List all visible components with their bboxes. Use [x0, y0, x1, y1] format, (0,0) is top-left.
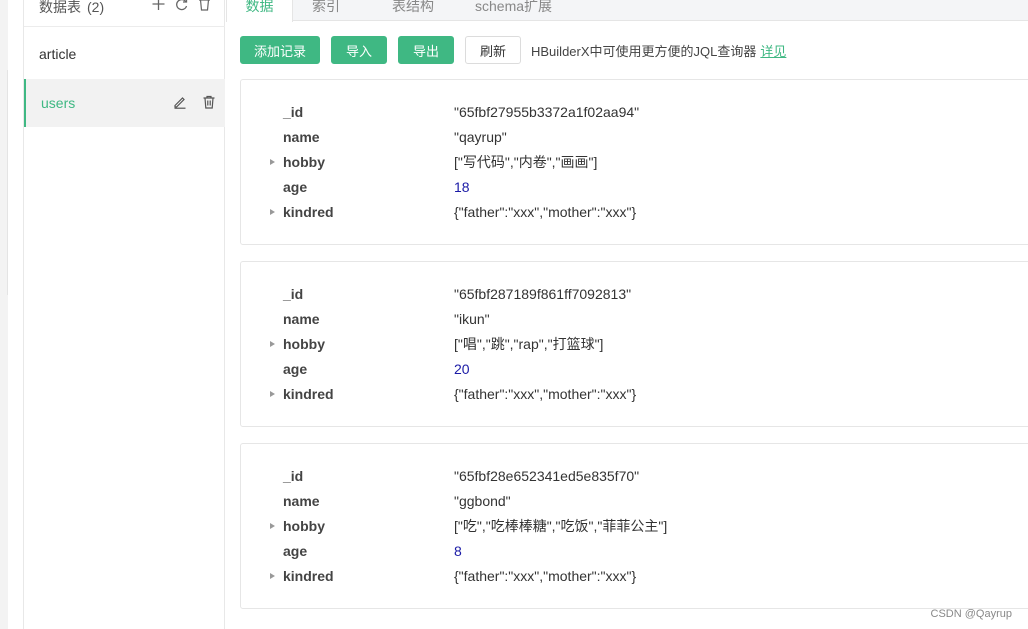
record-field: age 20	[241, 358, 1021, 380]
add-icon[interactable]	[152, 0, 165, 11]
field-value: ["唱","跳","rap","打篮球"]	[454, 336, 604, 352]
trash-icon[interactable]	[202, 95, 216, 109]
record-field: hobby ["吃","吃棒棒糖","吃饭","菲菲公主"]	[241, 515, 1021, 537]
record-field: name "ggbond"	[241, 490, 1021, 512]
field-value: "ikun"	[454, 311, 490, 327]
field-key: name	[283, 129, 320, 145]
record-field: kindred {"father":"xxx","mother":"xxx"}	[241, 565, 1021, 587]
delete-icon[interactable]	[198, 0, 211, 11]
left-gutter	[0, 0, 8, 629]
import-button[interactable]: 导入	[331, 36, 387, 64]
record-field: kindred {"father":"xxx","mother":"xxx"}	[241, 383, 1021, 405]
field-key: hobby	[283, 154, 325, 170]
collection-item-users[interactable]: users	[24, 79, 225, 127]
field-value: 8	[454, 543, 462, 559]
field-key: kindred	[283, 568, 334, 584]
field-value: "ggbond"	[454, 493, 511, 509]
field-value: "65fbf287189f861ff7092813"	[454, 286, 632, 302]
field-value: "65fbf27955b3372a1f02aa94"	[454, 104, 640, 120]
record-field: hobby ["写代码","内卷","画画"]	[241, 151, 1021, 173]
field-value: {"father":"xxx","mother":"xxx"}	[454, 386, 637, 402]
field-key: kindred	[283, 204, 334, 220]
tab-schema-extension[interactable]: schema扩展	[475, 0, 552, 21]
collection-actions	[173, 95, 216, 109]
field-value: 20	[454, 361, 470, 377]
watermark: CSDN @Qayrup	[930, 608, 1012, 620]
record-card[interactable]: _id "65fbf27955b3372a1f02aa94" name "qayru…	[240, 79, 1028, 245]
field-value: "65fbf28e652341ed5e835f70"	[454, 468, 640, 484]
field-key: age	[283, 361, 308, 377]
field-key: age	[283, 179, 308, 195]
refresh-icon[interactable]	[175, 0, 188, 11]
expand-arrow-icon[interactable]	[270, 391, 275, 397]
field-key: hobby	[283, 518, 325, 534]
edit-icon[interactable]	[173, 95, 187, 109]
expand-arrow-icon[interactable]	[270, 209, 275, 215]
field-key: hobby	[283, 336, 325, 352]
record-field: name "qayrup"	[241, 126, 1021, 148]
record-field: age 18	[241, 176, 1021, 198]
field-key: kindred	[283, 386, 334, 402]
record-field: _id "65fbf287189f861ff7092813"	[241, 283, 1021, 305]
field-key: name	[283, 493, 320, 509]
sidebar-header-actions	[152, 0, 211, 11]
sidebar-title: 数据表	[39, 0, 81, 15]
refresh-button[interactable]: 刷新	[465, 36, 521, 64]
record-card[interactable]: _id "65fbf28e652341ed5e835f70" name "ggbon…	[240, 443, 1028, 609]
field-key: _id	[283, 286, 304, 302]
sidebar-header: 数据表 (2)	[24, 0, 225, 27]
field-key: name	[283, 311, 320, 327]
gutter-edge	[7, 70, 8, 295]
tab-data[interactable]: 数据	[226, 0, 293, 22]
record-field: age 8	[241, 540, 1021, 562]
tab-index[interactable]: 索引	[312, 0, 340, 21]
record-field: kindred {"father":"xxx","mother":"xxx"}	[241, 201, 1021, 223]
field-key: _id	[283, 104, 304, 120]
record-field: _id "65fbf27955b3372a1f02aa94"	[241, 101, 1021, 123]
record-field: _id "65fbf28e652341ed5e835f70"	[241, 465, 1021, 487]
field-value: {"father":"xxx","mother":"xxx"}	[454, 204, 637, 220]
field-value: ["吃","吃棒棒糖","吃饭","菲菲公主"]	[454, 518, 668, 534]
expand-arrow-icon[interactable]	[270, 573, 275, 579]
add-record-button[interactable]: 添加记录	[240, 36, 320, 64]
details-link[interactable]: 详见	[760, 41, 786, 60]
jql-hint: HBuilderX中可使用更方便的JQL查询器	[531, 43, 757, 59]
field-value: 18	[454, 179, 470, 195]
data-toolbar: 添加记录 导入 导出 刷新 HBuilderX中可使用更方便的JQL查询器 详见	[240, 36, 786, 64]
collection-count: (2)	[87, 0, 105, 15]
field-key: age	[283, 543, 308, 559]
export-button[interactable]: 导出	[398, 36, 454, 64]
tab-schema-structure[interactable]: 表结构	[392, 0, 434, 21]
collection-sidebar: 数据表 (2) article users	[23, 0, 225, 629]
collection-name: article	[39, 46, 77, 62]
expand-arrow-icon[interactable]	[270, 341, 275, 347]
record-card[interactable]: _id "65fbf287189f861ff7092813" name "ikun"…	[240, 261, 1028, 427]
collection-item-article[interactable]: article	[24, 30, 225, 78]
tab-bar: 数据 索引 表结构 schema扩展	[226, 0, 1028, 22]
field-key: _id	[283, 468, 304, 484]
collection-name: users	[41, 95, 76, 111]
record-field: hobby ["唱","跳","rap","打篮球"]	[241, 333, 1021, 355]
field-value: "qayrup"	[454, 129, 507, 145]
expand-arrow-icon[interactable]	[270, 159, 275, 165]
field-value: {"father":"xxx","mother":"xxx"}	[454, 568, 637, 584]
record-field: name "ikun"	[241, 308, 1021, 330]
expand-arrow-icon[interactable]	[270, 523, 275, 529]
field-value: ["写代码","内卷","画画"]	[454, 154, 598, 170]
